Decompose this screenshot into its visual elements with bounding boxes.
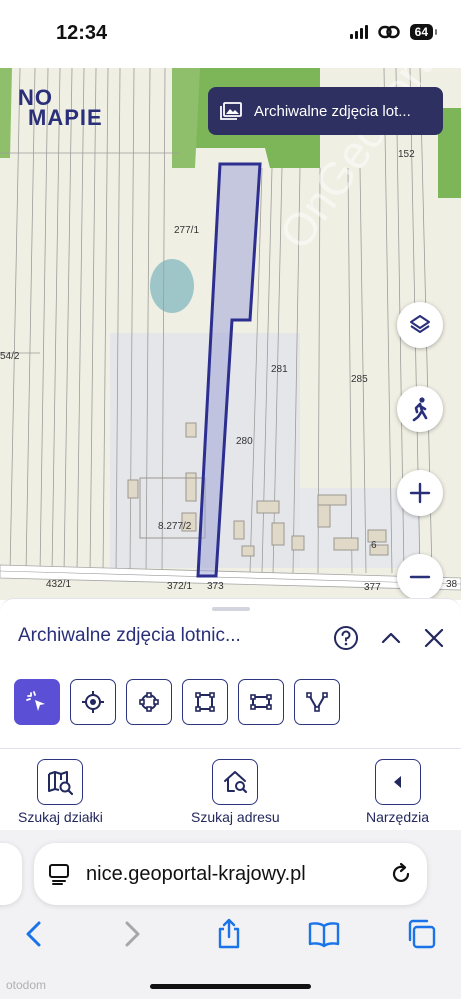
street-view-button[interactable] <box>397 386 443 432</box>
url-text: nice.geoportal-krajowy.pl <box>86 862 306 885</box>
home-search-icon <box>212 759 259 805</box>
address-bar[interactable]: nice.geoportal-krajowy.pl <box>34 843 427 905</box>
status-icons: 64 <box>349 24 438 40</box>
parcel-label: 38 <box>446 579 458 590</box>
forward-button[interactable] <box>114 916 150 952</box>
archive-chip-label: Archiwalne zdjęcia lot... <box>254 102 411 120</box>
tabs-icon <box>408 919 436 949</box>
search-address-label: Szukaj adresu <box>191 809 280 825</box>
parcel-label: 281 <box>271 364 288 375</box>
search-address-button[interactable]: Szukaj adresu <box>191 759 280 825</box>
parcel-label: 285 <box>351 374 368 385</box>
battery-indicator: 64 <box>409 24 438 40</box>
status-time: 12:34 <box>56 22 108 44</box>
status-bar: 12:34 64 <box>0 0 461 68</box>
parcel-label: 8.277/2 <box>158 521 192 532</box>
select-tool-button[interactable] <box>14 679 60 725</box>
forward-icon <box>125 921 140 947</box>
search-parcel-button[interactable]: Szukaj działki <box>18 759 103 825</box>
zoom-out-icon <box>409 575 431 579</box>
image-icon <box>220 102 242 120</box>
reload-icon[interactable] <box>389 862 413 886</box>
map-base <box>0 68 461 600</box>
map-tools <box>14 679 340 725</box>
chevron-left-icon <box>374 759 421 805</box>
map-search-icon <box>37 759 84 805</box>
tools-button[interactable]: Narzędzia <box>366 759 429 825</box>
parcel-label: 377 <box>364 582 381 593</box>
nomapie-logo: NO MAPIE <box>18 87 103 130</box>
home-indicator[interactable] <box>150 984 311 989</box>
share-button[interactable] <box>211 916 247 952</box>
select-icon <box>26 691 45 711</box>
browser-chrome: nice.geoportal-krajowy.pl otodom <box>0 830 461 999</box>
parcel-label: 280 <box>236 436 253 447</box>
share-icon <box>218 918 240 949</box>
walk-icon <box>412 397 428 422</box>
previous-tab-preview[interactable] <box>0 843 22 905</box>
panel-grabber[interactable] <box>212 607 250 611</box>
measure-rect-tool-button[interactable] <box>238 679 284 725</box>
bookmarks-icon <box>308 922 340 948</box>
chevron-up-icon[interactable] <box>379 626 403 650</box>
tabs-button[interactable] <box>403 916 439 952</box>
measure-rect-icon <box>250 694 272 710</box>
bottom-navigation: Szukaj działki Szukaj adresu Narzędzia <box>0 748 461 830</box>
zoom-in-icon <box>409 482 431 504</box>
polyline-tool-button[interactable] <box>294 679 340 725</box>
parcel-label: 54/2 <box>0 351 20 362</box>
browser-toolbar <box>0 912 461 956</box>
zoom-in-button[interactable] <box>397 470 443 516</box>
parcel-label: 373 <box>207 581 224 592</box>
reader-icon[interactable] <box>48 863 70 885</box>
back-button[interactable] <box>16 916 52 952</box>
locate-tool-button[interactable] <box>70 679 116 725</box>
signal-icon <box>349 25 368 39</box>
area-tool-button[interactable] <box>126 679 172 725</box>
help-icon[interactable] <box>333 625 359 651</box>
parcel-label: 372/1 <box>167 581 193 592</box>
logo-line-2: MAPIE <box>28 105 103 130</box>
search-parcel-label: Szukaj działki <box>18 809 103 825</box>
back-icon <box>26 921 41 947</box>
rectangle-tool-button[interactable] <box>182 679 228 725</box>
polyline-icon <box>306 692 328 712</box>
bookmarks-button[interactable] <box>306 916 342 952</box>
otodom-watermark: otodom <box>6 978 47 992</box>
parcel-label: 432/1 <box>46 579 72 590</box>
tools-label: Narzędzia <box>366 809 430 825</box>
layer-panel: Archiwalne zdjęcia lotnic... <box>0 598 461 748</box>
panel-actions <box>333 625 445 651</box>
map-view[interactable]: OnGeoportal 152 277/1 54/2 281 285 280 8… <box>0 68 461 600</box>
close-icon[interactable] <box>423 627 445 649</box>
zoom-out-button[interactable] <box>397 554 443 600</box>
area-icon <box>139 692 159 712</box>
archive-photos-chip[interactable]: Archiwalne zdjęcia lot... <box>208 87 443 135</box>
layers-icon <box>410 315 430 333</box>
layers-button[interactable] <box>397 302 443 348</box>
link-icon <box>377 25 400 39</box>
locate-icon <box>82 691 104 713</box>
parcel-label: 277/1 <box>174 225 200 236</box>
panel-title: Archiwalne zdjęcia lotnic... <box>18 625 241 646</box>
parcel-label: 152 <box>398 149 415 160</box>
parcel-label: 6 <box>371 540 377 551</box>
rectangle-icon <box>195 692 215 712</box>
